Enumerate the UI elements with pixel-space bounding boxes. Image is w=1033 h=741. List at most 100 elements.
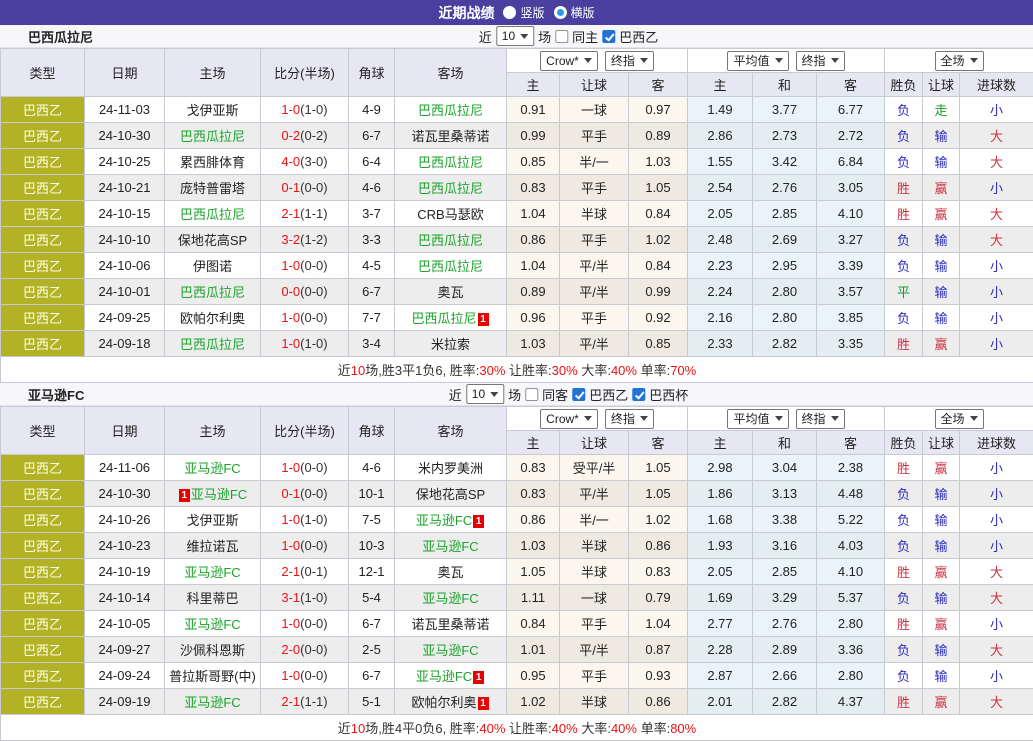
away-team-cell[interactable]: 奥瓦: [395, 559, 507, 585]
home-team-cell[interactable]: 维拉诺瓦: [165, 533, 261, 559]
away-team-cell[interactable]: 巴西瓜拉尼: [395, 149, 507, 175]
red-card-badge: 1: [473, 671, 484, 684]
away-team-cell[interactable]: 欧帕尔利奥1: [395, 689, 507, 715]
home-team-cell[interactable]: 科里蒂巴: [165, 585, 261, 611]
corners-cell: 3-7: [349, 201, 395, 227]
half-time-score: (1-1): [300, 694, 327, 709]
odds-away: 1.03: [629, 149, 688, 175]
same-venue-checkbox[interactable]: [555, 30, 568, 43]
home-team-cell[interactable]: 欧帕尔利奥: [165, 305, 261, 331]
away-team-cell[interactable]: CRB马瑟欧: [395, 201, 507, 227]
home-team-cell[interactable]: 巴西瓜拉尼: [165, 331, 261, 357]
full-match-select[interactable]: 全场: [935, 409, 984, 429]
away-team-cell[interactable]: 奥瓦: [395, 279, 507, 305]
home-team-cell[interactable]: 巴西瓜拉尼: [165, 123, 261, 149]
avg-home: 2.87: [688, 663, 753, 689]
average-select[interactable]: 平均值: [727, 51, 788, 71]
full-time-score: 3-1: [281, 590, 300, 605]
result-handicap: 输: [923, 637, 960, 663]
home-team-cell[interactable]: 沙佩科恩斯: [165, 637, 261, 663]
radio-horizontal-icon[interactable]: [554, 6, 567, 19]
home-team-cell[interactable]: 巴西瓜拉尼: [165, 279, 261, 305]
summary-text-segment: 10: [351, 363, 365, 378]
average-select[interactable]: 平均值: [727, 409, 788, 429]
col-home: 主场: [165, 407, 261, 455]
match-count-select[interactable]: 10: [496, 26, 534, 46]
avg-draw: 2.95: [753, 253, 817, 279]
bookmaker-select[interactable]: Crow*: [540, 51, 598, 71]
half-time-score: (0-0): [300, 460, 327, 475]
away-team-cell[interactable]: 巴西瓜拉尼: [395, 97, 507, 123]
away-team-cell[interactable]: 诺瓦里桑蒂诺: [395, 611, 507, 637]
home-team-cell[interactable]: 普拉斯哥野(中): [165, 663, 261, 689]
bookmaker-select[interactable]: Crow*: [540, 409, 598, 429]
home-team-cell[interactable]: 亚马逊FC: [165, 611, 261, 637]
match-count-select[interactable]: 10: [466, 384, 504, 404]
odds-time-select[interactable]: 终指: [605, 409, 654, 429]
home-team-cell[interactable]: 亚马逊FC: [165, 559, 261, 585]
score-cell: 4-0(3-0): [261, 149, 349, 175]
avg-draw: 2.85: [753, 559, 817, 585]
match-row: 巴西乙24-11-03戈伊亚斯1-0(1-0)4-9巴西瓜拉尼0.91一球0.9…: [1, 97, 1033, 123]
home-team-cell[interactable]: 伊图诺: [165, 253, 261, 279]
team-name-text: 保地花高SP: [416, 487, 485, 502]
match-row: 巴西乙24-10-01巴西瓜拉尼0-0(0-0)6-7奥瓦0.89平/半0.99…: [1, 279, 1033, 305]
away-team-cell[interactable]: 巴西瓜拉尼: [395, 253, 507, 279]
team-name: 巴西瓜拉尼: [28, 27, 93, 46]
match-row: 巴西乙24-09-25欧帕尔利奥1-0(0-0)7-7巴西瓜拉尼10.96平手0…: [1, 305, 1033, 331]
away-team-cell[interactable]: 巴西瓜拉尼: [395, 227, 507, 253]
odds-handicap: 半球: [560, 533, 629, 559]
score-cell: 0-1(0-0): [261, 175, 349, 201]
cup-checkbox[interactable]: [632, 388, 645, 401]
team-name-text: 亚马逊FC: [422, 539, 478, 554]
away-team-cell[interactable]: 亚马逊FC: [395, 533, 507, 559]
summary-row: 近10场,胜3平1负6, 胜率:30% 让胜率:30% 大率:40% 单率:70…: [1, 357, 1033, 383]
avg-time-select[interactable]: 终指: [796, 409, 845, 429]
result-goals: 大: [960, 201, 1033, 227]
result-goals: 小: [960, 507, 1033, 533]
away-team-cell[interactable]: 米拉索: [395, 331, 507, 357]
col-away: 客场: [395, 407, 507, 455]
odds-time-select[interactable]: 终指: [605, 51, 654, 71]
home-team-cell[interactable]: 庞特普雷塔: [165, 175, 261, 201]
home-team-cell[interactable]: 累西腓体育: [165, 149, 261, 175]
home-team-cell[interactable]: 巴西瓜拉尼: [165, 201, 261, 227]
result-winlose: 负: [885, 481, 923, 507]
team-name-text: 诺瓦里桑蒂诺: [411, 617, 489, 632]
match-date: 24-10-01: [85, 279, 165, 305]
away-team-cell[interactable]: 亚马逊FC1: [395, 507, 507, 533]
result-handicap: 输: [923, 533, 960, 559]
layout-vertical-option[interactable]: 竖版: [503, 4, 544, 21]
away-team-cell[interactable]: 巴西瓜拉尼1: [395, 305, 507, 331]
away-team-cell[interactable]: 亚马逊FC: [395, 585, 507, 611]
radio-vertical-icon[interactable]: [503, 6, 516, 19]
avg-time-select[interactable]: 终指: [796, 51, 845, 71]
team-name-text: 亚马逊FC: [416, 669, 472, 684]
result-handicap: 输: [923, 507, 960, 533]
same-venue-checkbox[interactable]: [525, 388, 538, 401]
result-winlose: 胜: [885, 611, 923, 637]
away-team-cell[interactable]: 米内罗美洲: [395, 455, 507, 481]
away-team-cell[interactable]: 保地花高SP: [395, 481, 507, 507]
away-team-cell[interactable]: 亚马逊FC: [395, 637, 507, 663]
avg-away: 5.37: [817, 585, 885, 611]
away-team-cell[interactable]: 巴西瓜拉尼: [395, 175, 507, 201]
layout-horizontal-option[interactable]: 横版: [554, 4, 595, 21]
league-checkbox[interactable]: [572, 388, 585, 401]
home-team-cell[interactable]: 戈伊亚斯: [165, 507, 261, 533]
home-team-cell[interactable]: 戈伊亚斯: [165, 97, 261, 123]
odds-away: 0.87: [629, 637, 688, 663]
away-team-cell[interactable]: 亚马逊FC1: [395, 663, 507, 689]
away-team-cell[interactable]: 诺瓦里桑蒂诺: [395, 123, 507, 149]
team-name-text: 亚马逊FC: [191, 487, 247, 502]
league-checkbox[interactable]: [602, 30, 615, 43]
score-cell: 2-0(0-0): [261, 637, 349, 663]
result-handicap: 输: [923, 227, 960, 253]
home-team-cell[interactable]: 亚马逊FC: [165, 689, 261, 715]
league-badge: 巴西乙: [1, 123, 85, 149]
home-team-cell[interactable]: 保地花高SP: [165, 227, 261, 253]
home-team-cell[interactable]: 1亚马逊FC: [165, 481, 261, 507]
full-match-select[interactable]: 全场: [935, 51, 984, 71]
home-team-cell[interactable]: 亚马逊FC: [165, 455, 261, 481]
odds-away: 1.02: [629, 227, 688, 253]
